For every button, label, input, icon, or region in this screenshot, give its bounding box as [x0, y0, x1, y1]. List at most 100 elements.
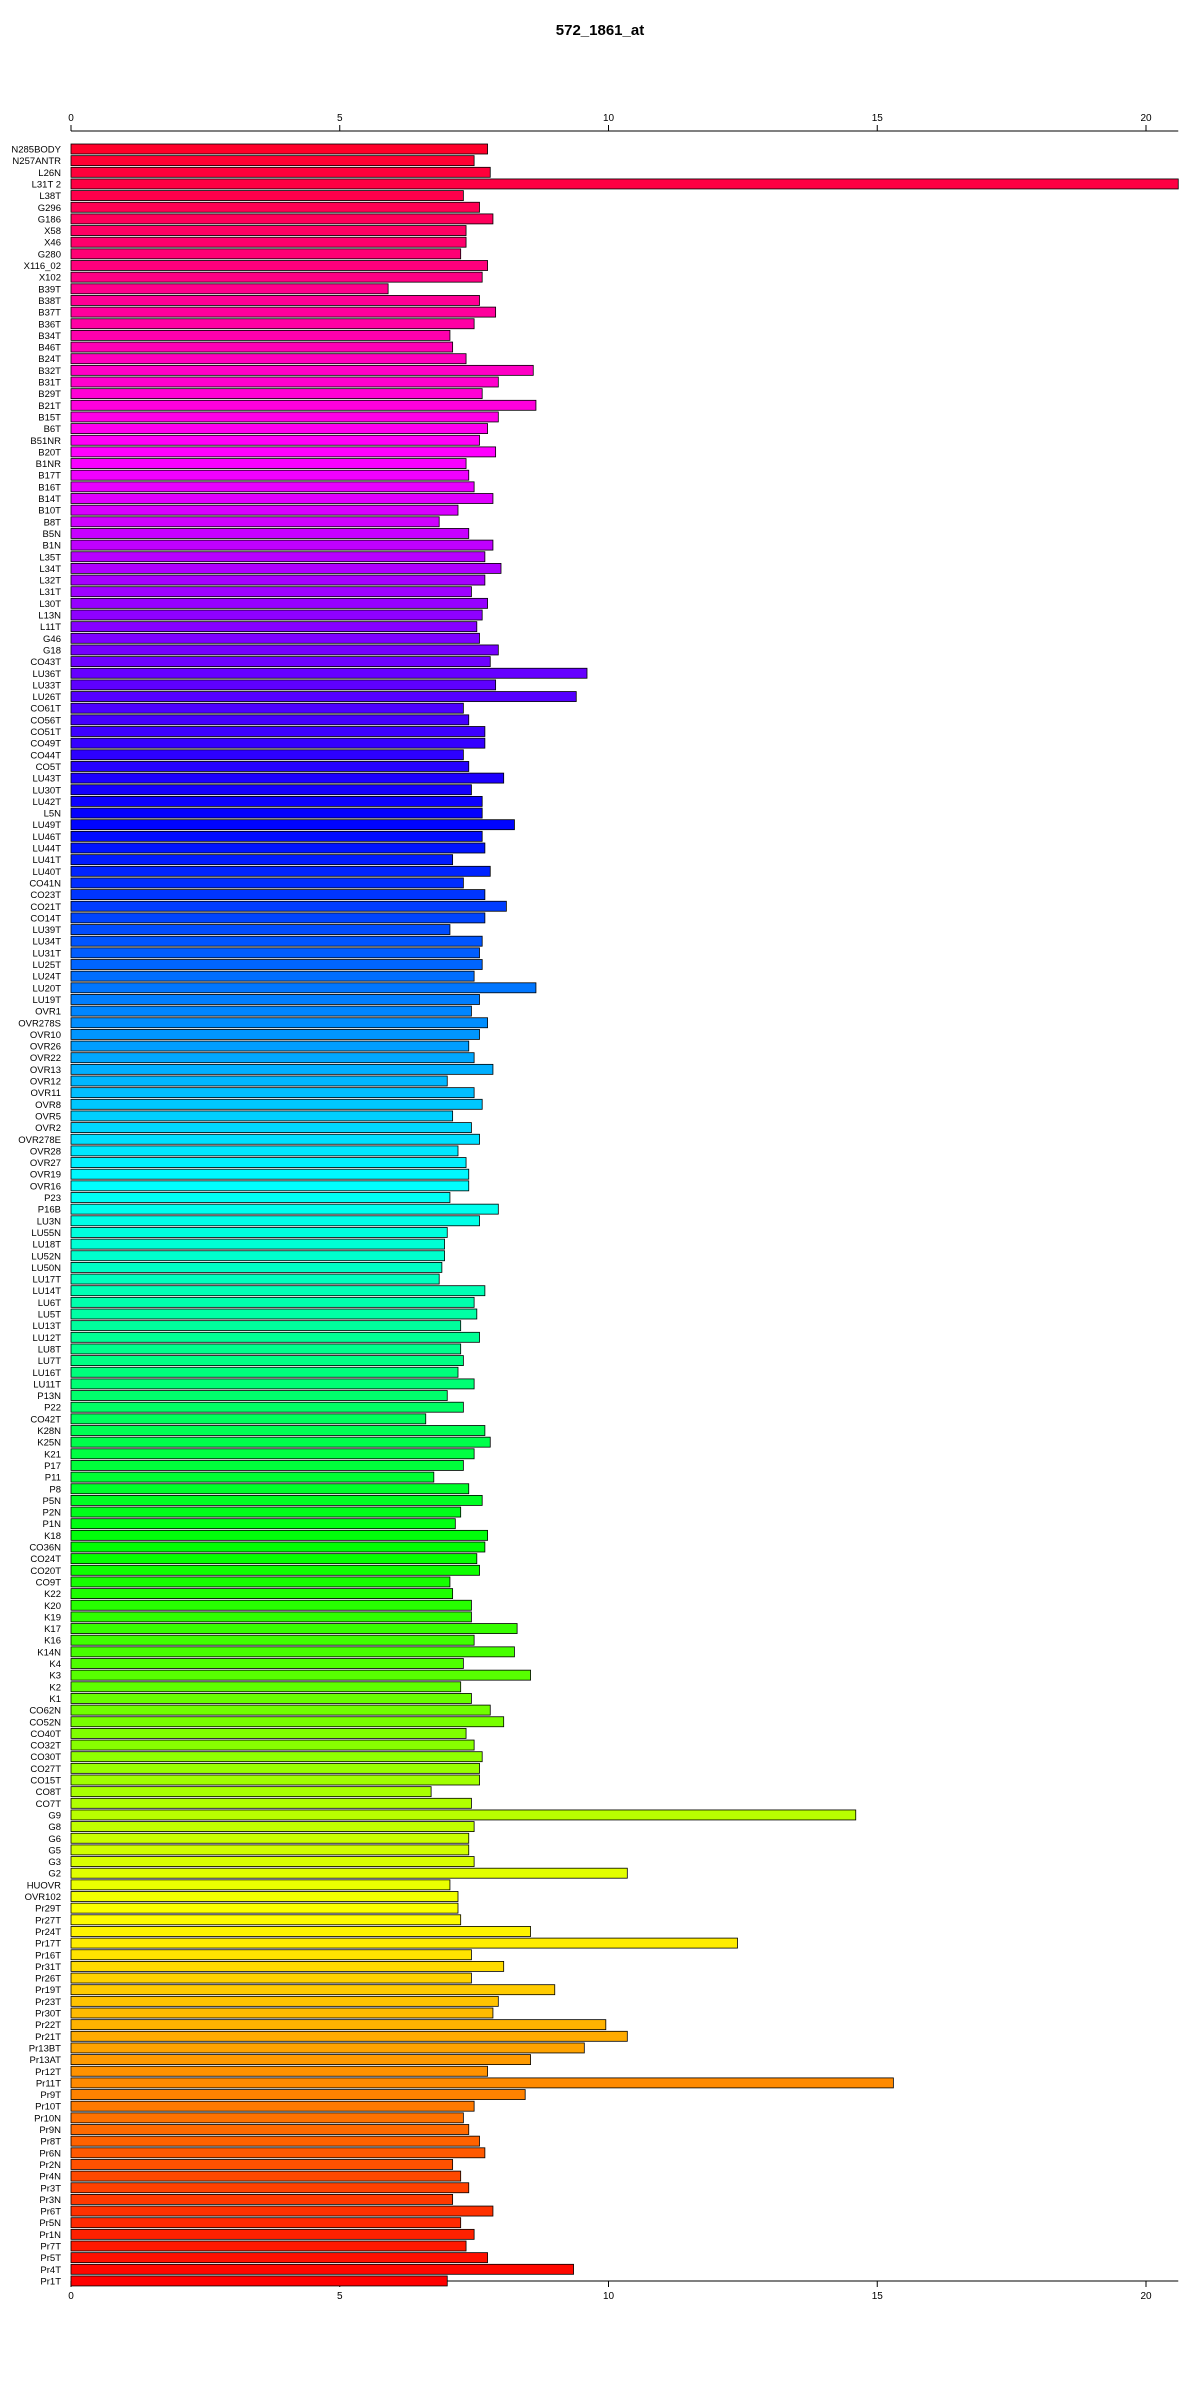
- bar-Pr9T: [70, 2089, 526, 2100]
- category-label: X46: [44, 238, 61, 249]
- category-label: B5N: [43, 529, 62, 540]
- bar-LU34T: [70, 935, 483, 947]
- category-label: LU12T: [32, 1333, 61, 1344]
- category-label: CO9T: [36, 1577, 62, 1588]
- bar-G46: [70, 632, 480, 644]
- category-label: CO43T: [30, 657, 61, 668]
- category-label: CO36N: [29, 1543, 61, 1554]
- bar-Pr17T: [70, 1937, 738, 1949]
- bar-LU18T: [70, 1238, 445, 1250]
- category-label: P2N: [43, 1508, 62, 1519]
- bar-L31T-2: [70, 178, 1179, 190]
- bar-G2: [70, 1867, 628, 1879]
- bar-B24T: [70, 353, 467, 365]
- bar-B15T: [70, 411, 499, 423]
- bar-Pr22T: [70, 2019, 607, 2031]
- category-label: K22: [44, 1589, 61, 1600]
- bar-Pr8T: [70, 2135, 480, 2147]
- category-label: L34T: [39, 564, 61, 575]
- category-label: CO15T: [30, 1776, 61, 1787]
- category-label: K21: [44, 1449, 61, 1460]
- bar-OVR19: [70, 1168, 470, 1180]
- bar-P22: [70, 1401, 464, 1413]
- category-label: LU25T: [32, 960, 61, 971]
- bar-P2N: [70, 1506, 462, 1518]
- bar-CO49T: [70, 737, 486, 749]
- bar-G3: [70, 1856, 475, 1867]
- category-label: LU39T: [32, 925, 61, 936]
- bar-CO7T: [70, 1797, 472, 1809]
- category-label: L35T: [39, 552, 61, 563]
- bar-L13N: [70, 609, 483, 621]
- bar-G186: [70, 213, 494, 225]
- bar-CO36N: [70, 1541, 486, 1553]
- bar-Pr11T: [70, 2077, 894, 2089]
- category-label: B38T: [38, 296, 61, 307]
- bar-Pr16T: [70, 1949, 472, 1961]
- bar-OVR5: [70, 1110, 454, 1122]
- category-label: OVR278S: [18, 1018, 61, 1029]
- bar-OVR16: [70, 1180, 470, 1192]
- bar-CO5T: [70, 761, 470, 772]
- category-label: LU14T: [32, 1286, 61, 1297]
- bar-K4: [70, 1658, 464, 1669]
- bar-LU16T: [70, 1366, 459, 1378]
- top-axis-tick-label: 15: [872, 113, 884, 124]
- bar-X46: [70, 236, 467, 248]
- category-label: LU3N: [37, 1216, 61, 1227]
- category-label: N257ANTR: [12, 156, 61, 167]
- category-label: CO44T: [30, 750, 61, 761]
- category-label: LU24T: [32, 972, 61, 983]
- bar-OVR26: [70, 1040, 470, 1052]
- bar-K18: [70, 1529, 488, 1541]
- bar-G18: [70, 644, 499, 656]
- category-label: Pr31T: [35, 1962, 61, 1973]
- bar-L30T: [70, 597, 488, 609]
- category-label: B8T: [44, 517, 62, 528]
- bar-L31T: [70, 586, 472, 598]
- bar-OVR2: [70, 1122, 472, 1133]
- category-label: OVR5: [35, 1111, 61, 1122]
- bar-Pr7T: [70, 2240, 467, 2252]
- category-label: OVR19: [30, 1170, 61, 1181]
- bar-G280: [70, 248, 462, 260]
- category-label: B10T: [38, 506, 61, 517]
- bar-B6T: [70, 423, 488, 435]
- bar-LU31T: [70, 947, 480, 959]
- category-label: Pr3T: [40, 2183, 61, 2194]
- bar-N285BODY: [70, 143, 488, 155]
- bar-B29T: [70, 388, 483, 400]
- bar-LU30T: [70, 784, 472, 796]
- bar-CO15T: [70, 1774, 480, 1786]
- category-label: B29T: [38, 389, 61, 400]
- bar-OVR11: [70, 1087, 475, 1099]
- bottom-axis-tick-label: 15: [872, 2291, 884, 2302]
- category-label: Pr10T: [35, 2102, 61, 2113]
- category-label: LU36T: [32, 669, 61, 680]
- category-label: X58: [44, 226, 61, 237]
- bar-B39T: [70, 283, 389, 295]
- bar-LU20T: [70, 982, 537, 994]
- category-label: G8: [48, 1822, 61, 1833]
- bar-B36T: [70, 318, 475, 330]
- category-label: L31T 2: [32, 179, 61, 190]
- bar-OVR10: [70, 1029, 480, 1040]
- bar-LU42T: [70, 796, 483, 807]
- bar-B16T: [70, 481, 475, 493]
- bar-Pr26T: [70, 1972, 472, 1984]
- bar-N257ANTR: [70, 155, 475, 167]
- bar-LU43T: [70, 772, 505, 784]
- category-label: G46: [43, 634, 61, 645]
- bar-B8T: [70, 516, 440, 528]
- category-label: L32T: [39, 576, 61, 587]
- bar-B51NR: [70, 434, 480, 446]
- bar-LU11T: [70, 1378, 475, 1390]
- category-label: B37T: [38, 308, 61, 319]
- bar-LU46T: [70, 830, 483, 842]
- category-label: HUOVR: [27, 1880, 61, 1891]
- bar-Pr30T: [70, 2007, 494, 2019]
- category-label: CO52N: [29, 1717, 61, 1728]
- category-label: Pr10N: [34, 2113, 61, 2124]
- bottom-axis-tick-label: 5: [337, 2291, 343, 2302]
- bar-CO21T: [70, 900, 507, 912]
